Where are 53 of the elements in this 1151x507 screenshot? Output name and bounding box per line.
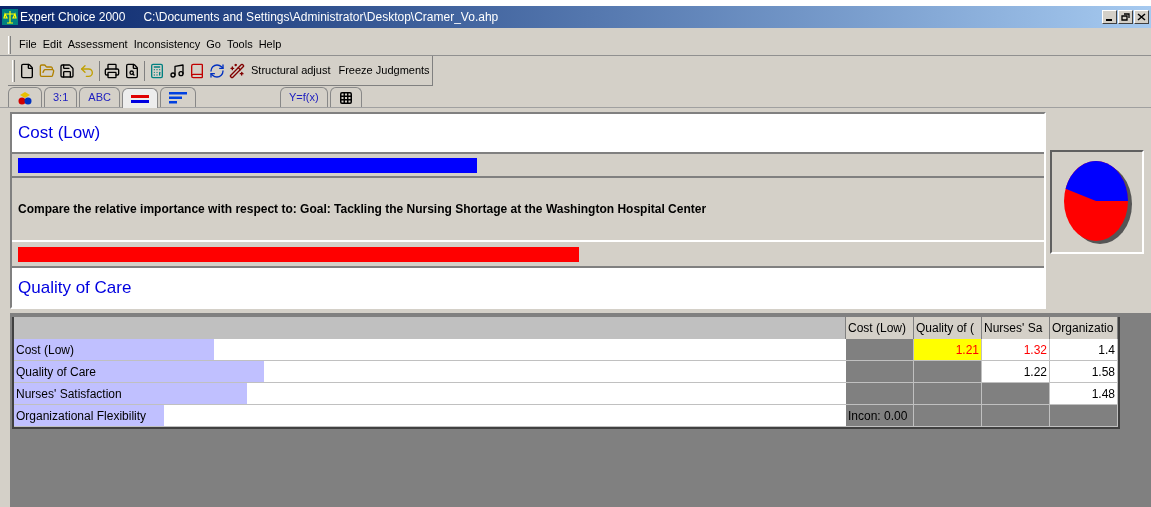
tab[interactable]: 3:1 <box>44 87 78 107</box>
close-icon <box>1137 13 1146 21</box>
new-file-icon[interactable] <box>19 62 35 79</box>
file-path: C:\Documents and Settings\Administrator\Desktop\Cramer_Vo.ahp <box>143 9 499 26</box>
row-label: Nurses' Satisfaction <box>15 387 123 401</box>
shapes-icon <box>17 90 33 105</box>
judgment-cell[interactable]: 1.21 <box>914 339 982 361</box>
print-icon[interactable] <box>104 62 120 79</box>
row-label: Quality of Care <box>15 365 98 379</box>
grid-icon <box>338 90 353 105</box>
row-label: Cost (Low) <box>15 343 75 357</box>
menu-item[interactable]: Help <box>255 36 285 53</box>
menu-item[interactable]: Assessment <box>64 36 131 53</box>
menu-item[interactable]: Tools <box>223 36 256 53</box>
comparison-prompt: Compare the relative importance with respect to: Goal: Tackling the Nursing Shortage at the Washington Hospital Center <box>18 201 707 218</box>
menu-item[interactable]: Edit <box>39 36 65 53</box>
inconsistency-cell: Incon: 0.00 <box>846 405 914 427</box>
window-title: Expert Choice 2000 <box>20 9 126 26</box>
print-preview-icon[interactable] <box>124 62 140 79</box>
tab[interactable] <box>329 87 362 107</box>
judgment-cell[interactable]: 1.4 <box>1050 339 1118 361</box>
judgment-cell[interactable]: 1.22 <box>982 361 1050 383</box>
row-label: Organizational Flexibility <box>15 409 148 423</box>
book-icon[interactable] <box>189 62 205 79</box>
minimize-button[interactable] <box>1102 10 1117 24</box>
column-header: Organizatio <box>1050 317 1118 339</box>
bars-icon <box>130 93 149 104</box>
sort-icon <box>168 91 187 104</box>
restore-icon <box>1121 13 1130 21</box>
refresh-icon[interactable] <box>209 62 225 79</box>
scales-icon <box>2 9 18 25</box>
tab[interactable]: Y=f(x) <box>279 87 328 107</box>
toolbar-button[interactable]: Structural adjust <box>249 62 333 79</box>
menu-item[interactable]: Inconsistency <box>130 36 204 53</box>
wand-icon[interactable] <box>229 62 245 79</box>
column-header: Nurses' Sa <box>982 317 1050 339</box>
tab[interactable] <box>8 87 42 107</box>
menu-item[interactable]: File <box>16 36 40 53</box>
tab[interactable] <box>121 88 158 108</box>
judgment-cell[interactable]: 1.32 <box>982 339 1050 361</box>
restore-button[interactable] <box>1118 10 1133 24</box>
judgment-cell[interactable]: 1.48 <box>1050 383 1118 405</box>
column-header: Cost (Low) <box>846 317 914 339</box>
menu-item[interactable]: Go <box>203 36 224 53</box>
column-header: Quality of ( <box>914 317 982 339</box>
save-icon[interactable] <box>59 62 75 79</box>
judgment-cell[interactable]: 1.58 <box>1050 361 1118 383</box>
toolbar-button[interactable]: Freeze Judgments <box>336 62 432 79</box>
element-name: Quality of Care <box>12 266 1044 307</box>
element-name: Cost (Low) <box>12 114 1044 154</box>
close-button[interactable] <box>1134 10 1149 24</box>
music-note-icon[interactable] <box>169 62 185 79</box>
tab[interactable]: ABC <box>79 87 120 107</box>
